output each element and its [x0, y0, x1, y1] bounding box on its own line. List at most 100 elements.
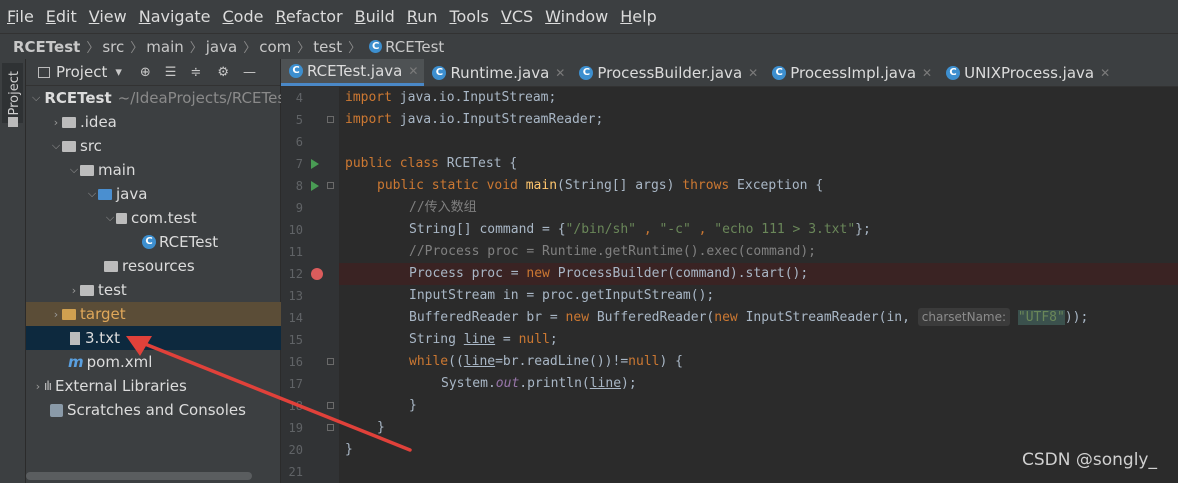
- expand-all-icon[interactable]: ☰: [165, 65, 177, 80]
- fold-icon[interactable]: [327, 424, 334, 431]
- run-icon[interactable]: [311, 181, 319, 191]
- chevron-right-icon: 〉: [189, 41, 203, 56]
- chevron-down-icon[interactable]: ⌵: [50, 139, 62, 153]
- code-line[interactable]: }: [339, 395, 1178, 417]
- tree-item-external-libraries[interactable]: › ılı External Libraries: [26, 374, 286, 398]
- tree-item-src[interactable]: ⌵ src: [26, 134, 304, 158]
- code-line[interactable]: public static void main(String[] args) t…: [339, 175, 1178, 197]
- code-line[interactable]: import java.io.InputStreamReader;: [339, 109, 1178, 131]
- chevron-right-icon[interactable]: ›: [68, 284, 80, 297]
- tab-runtime[interactable]: C Runtime.java ✕: [424, 59, 571, 86]
- breadcrumb-project[interactable]: RCETest: [0, 38, 84, 56]
- code-line[interactable]: InputStream in = proc.getInputStream();: [339, 285, 1178, 307]
- tree-item-idea[interactable]: › .idea: [26, 110, 304, 134]
- menu-refactor[interactable]: Refactor: [268, 0, 347, 33]
- java-class-icon: C: [772, 65, 787, 80]
- fold-icon[interactable]: [327, 116, 334, 123]
- chevron-down-icon[interactable]: ⌵: [68, 163, 80, 177]
- collapse-all-icon[interactable]: ≑: [190, 65, 201, 80]
- close-icon[interactable]: ✕: [1100, 66, 1110, 80]
- tree-item-target[interactable]: › target: [26, 302, 304, 326]
- menu-code[interactable]: Code: [216, 0, 269, 33]
- menu-edit[interactable]: Edit: [39, 0, 82, 33]
- code-line[interactable]: BufferedReader br = new BufferedReader(n…: [339, 307, 1178, 329]
- chevron-down-icon[interactable]: ⌵: [32, 91, 40, 105]
- code-line[interactable]: String[] command = {"/bin/sh" , "-c" , "…: [339, 219, 1178, 241]
- breadcrumb-java[interactable]: java: [203, 38, 241, 56]
- menu-navigate[interactable]: Navigate: [132, 0, 216, 33]
- tree-item-main[interactable]: ⌵ main: [26, 158, 322, 182]
- locate-icon[interactable]: ⊕: [140, 65, 151, 80]
- gear-icon[interactable]: ⚙: [217, 65, 229, 80]
- line-number: 19: [288, 421, 303, 435]
- breadcrumb-com[interactable]: com: [256, 38, 295, 56]
- breadcrumb-src[interactable]: src: [99, 38, 128, 56]
- tab-processimpl[interactable]: C ProcessImpl.java ✕: [764, 59, 938, 86]
- chevron-right-icon[interactable]: ›: [50, 116, 62, 129]
- tab-rcetest[interactable]: C RCETest.java ✕: [281, 59, 425, 86]
- breadcrumb-test[interactable]: test: [310, 38, 346, 56]
- project-tool-tab[interactable]: Project: [2, 63, 23, 123]
- close-icon[interactable]: ✕: [922, 66, 932, 80]
- tree-item-label: Scratches and Consoles: [67, 401, 246, 419]
- tab-label: UNIXProcess.java: [964, 63, 1095, 82]
- code-line[interactable]: String line = null;: [339, 329, 1178, 351]
- code-line[interactable]: }: [339, 417, 1178, 439]
- close-icon[interactable]: ✕: [555, 66, 565, 80]
- fold-icon[interactable]: [327, 402, 334, 409]
- line-number: 4: [295, 91, 303, 105]
- menu-file[interactable]: File: [0, 0, 39, 33]
- menu-help[interactable]: Help: [613, 0, 661, 33]
- chevron-right-icon[interactable]: ›: [32, 380, 44, 393]
- tab-label: RCETest.java: [307, 62, 403, 80]
- chevron-down-icon[interactable]: ⌵: [104, 211, 116, 225]
- run-icon[interactable]: [311, 159, 319, 169]
- menu-window[interactable]: Window: [538, 0, 613, 33]
- chevron-down-icon[interactable]: ⌵: [86, 187, 98, 201]
- tab-unixprocess[interactable]: C UNIXProcess.java ✕: [938, 59, 1116, 86]
- java-class-icon: C: [142, 235, 156, 249]
- breadcrumb: RCETest 〉 src 〉 main 〉 java 〉 com 〉 test…: [0, 33, 1178, 60]
- horizontal-scrollbar[interactable]: [26, 472, 252, 480]
- structure-icon[interactable]: [8, 117, 18, 127]
- menu-vcs[interactable]: VCS: [494, 0, 538, 33]
- menu-view[interactable]: View: [82, 0, 132, 33]
- close-icon[interactable]: ✕: [408, 64, 418, 78]
- project-panel-title[interactable]: Project: [56, 63, 107, 81]
- tree-item-label: test: [98, 281, 127, 299]
- breakpoint-icon[interactable]: [311, 268, 323, 280]
- tree-item-pom[interactable]: m pom.xml: [26, 350, 322, 374]
- close-icon[interactable]: ✕: [748, 66, 758, 80]
- tree-item-test[interactable]: › test: [26, 278, 322, 302]
- menu-build[interactable]: Build: [348, 0, 400, 33]
- menu-run[interactable]: Run: [400, 0, 443, 33]
- chevron-right-icon[interactable]: ›: [50, 308, 62, 321]
- fold-icon[interactable]: [327, 182, 334, 189]
- breadcrumb-class[interactable]: RCETest: [385, 38, 448, 56]
- line-number: 17: [288, 377, 303, 391]
- folder-icon: [80, 164, 94, 176]
- tree-item-3txt[interactable]: 3.txt: [26, 326, 324, 350]
- editor-tab-bar: C RCETest.java ✕ C Runtime.java ✕ C Proc…: [281, 59, 1178, 87]
- tree-item-scratches[interactable]: Scratches and Consoles: [26, 398, 304, 422]
- code-line[interactable]: while((line=br.readLine())!=null) {: [339, 351, 1178, 373]
- chevron-right-icon: 〉: [348, 41, 362, 56]
- code-line[interactable]: //传入数组: [339, 197, 1178, 219]
- code-line-breakpoint[interactable]: Process proc = new ProcessBuilder(comman…: [339, 263, 1178, 285]
- tree-item-project-root[interactable]: ⌵ RCETest ~/IdeaProjects/RCETest: [26, 86, 286, 110]
- tree-item-label: .idea: [80, 113, 117, 131]
- hide-icon[interactable]: —: [243, 65, 256, 80]
- code-editor[interactable]: import java.io.InputStream; import java.…: [339, 87, 1178, 483]
- code-line[interactable]: import java.io.InputStream;: [339, 87, 1178, 109]
- tab-label: ProcessBuilder.java: [597, 63, 743, 82]
- code-line[interactable]: System.out.println(line);: [339, 373, 1178, 395]
- code-line[interactable]: //Process proc = Runtime.getRuntime().ex…: [339, 241, 1178, 263]
- breadcrumb-main[interactable]: main: [143, 38, 187, 56]
- code-line[interactable]: public class RCETest {: [339, 153, 1178, 175]
- tree-item-label: main: [98, 161, 136, 179]
- fold-icon[interactable]: [327, 358, 334, 365]
- tab-processbuilder[interactable]: C ProcessBuilder.java ✕: [571, 59, 764, 86]
- dropdown-icon[interactable]: ▾: [115, 65, 122, 80]
- line-number: 20: [288, 443, 303, 457]
- menu-tools[interactable]: Tools: [442, 0, 493, 33]
